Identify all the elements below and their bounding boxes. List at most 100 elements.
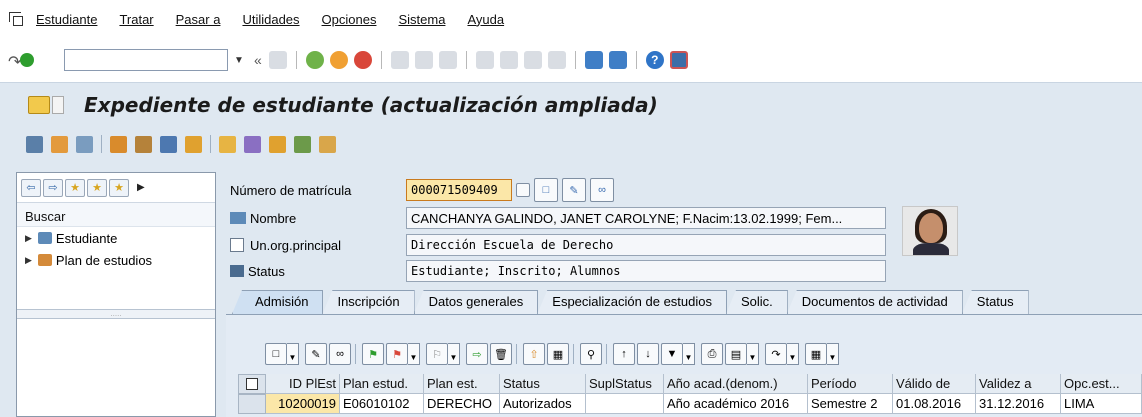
create-icon[interactable]: □ <box>265 343 287 365</box>
filter-dropdown-icon[interactable]: ▼ <box>683 343 695 365</box>
first-page-icon[interactable] <box>475 51 494 69</box>
views-dropdown-icon[interactable]: ▼ <box>747 343 759 365</box>
nav-item-estudiante[interactable]: ▶ Estudiante <box>17 227 215 249</box>
list-icon[interactable] <box>160 135 177 153</box>
shortcut-icon[interactable] <box>608 51 627 69</box>
views-icon[interactable]: ▤ <box>725 343 747 365</box>
org-icon[interactable] <box>294 135 311 153</box>
column-header[interactable]: Válido de <box>893 374 976 394</box>
table-cell[interactable]: DERECHO <box>424 394 500 414</box>
edit-icon[interactable] <box>244 135 261 153</box>
edit-pencil-icon[interactable]: ✎ <box>562 178 586 202</box>
column-header[interactable]: Año acad.(denom.) <box>664 374 808 394</box>
expand-icon[interactable]: ▶ <box>25 255 32 266</box>
filter-icon[interactable]: ▼ <box>661 343 683 365</box>
menu-estudiante[interactable]: Estudiante <box>36 12 97 27</box>
transfer-icon[interactable] <box>110 135 127 153</box>
create-dropdown-icon[interactable]: ▼ <box>287 343 299 365</box>
command-dropdown-icon[interactable]: ▼ <box>228 49 250 71</box>
details-icon[interactable]: ▦ <box>547 343 569 365</box>
menu-tratar[interactable]: Tratar <box>119 12 153 27</box>
collapse-chevron-icon[interactable]: « <box>254 52 262 68</box>
display-glasses-icon[interactable]: ∞ <box>590 178 614 202</box>
tab-admision[interactable]: Admisión <box>232 290 324 314</box>
delete-icon[interactable]: 🗑 <box>490 343 512 365</box>
fees-icon[interactable] <box>269 135 286 153</box>
row-selector[interactable] <box>238 394 266 414</box>
exit-icon[interactable] <box>329 51 348 69</box>
more-icon[interactable]: ▶ <box>137 182 145 193</box>
nav-back-icon[interactable]: ⇦ <box>21 178 41 197</box>
display-icon[interactable]: ∞ <box>329 343 351 365</box>
column-header[interactable]: Status <box>500 374 586 394</box>
expand-icon[interactable]: ▶ <box>25 233 32 244</box>
favorites-icon[interactable]: ★ <box>87 178 107 197</box>
layout-dropdown-icon[interactable]: ▼ <box>827 343 839 365</box>
export-icon[interactable]: ↷ <box>765 343 787 365</box>
add-favorite-icon[interactable]: ★ <box>65 178 85 197</box>
back-icon[interactable] <box>305 51 324 69</box>
help-icon[interactable]: ? <box>645 51 664 69</box>
command-field[interactable] <box>64 49 228 71</box>
table-cell[interactable]: Año académico 2016 <box>664 394 808 414</box>
previous-page-icon[interactable] <box>499 51 518 69</box>
nav-forward-icon[interactable]: ⇨ <box>43 178 63 197</box>
nav-item-plan-de-estudios[interactable]: ▶ Plan de estudios <box>17 249 215 271</box>
save-icon[interactable] <box>268 51 287 69</box>
table-cell[interactable]: 10200019 <box>266 394 340 414</box>
unorg-checkbox[interactable] <box>230 238 244 252</box>
table-cell[interactable]: Autorizados <box>500 394 586 414</box>
layout-menu-icon[interactable] <box>669 51 688 69</box>
print-grid-icon[interactable]: ⎙ <box>701 343 723 365</box>
menu-opciones[interactable]: Opciones <box>322 12 377 27</box>
overview-icon[interactable] <box>26 135 43 153</box>
select-all-cell[interactable] <box>238 374 266 394</box>
tab-especializacion[interactable]: Especialización de estudios <box>537 290 727 314</box>
cancel-icon[interactable] <box>353 51 372 69</box>
table-cell[interactable]: 31.12.2016 <box>976 394 1061 414</box>
person-icon[interactable] <box>51 135 68 153</box>
column-header[interactable]: ID PlEst <box>266 374 340 394</box>
column-header[interactable]: Opc.est... <box>1061 374 1142 394</box>
tab-documentos-actividad[interactable]: Documentos de actividad <box>786 290 963 314</box>
copy-icon[interactable] <box>319 135 336 153</box>
column-header[interactable]: Período <box>808 374 893 394</box>
tab-status[interactable]: Status <box>961 290 1029 314</box>
flag-dropdown-icon[interactable]: ▼ <box>408 343 420 365</box>
column-header[interactable]: Validez a <box>976 374 1061 394</box>
copy-field-icon[interactable] <box>516 183 530 197</box>
table-cell[interactable]: Semestre 2 <box>808 394 893 414</box>
new-document-icon[interactable]: □ <box>534 178 558 202</box>
tab-inscripcion[interactable]: Inscripción <box>322 290 415 314</box>
table-cell[interactable]: 01.08.2016 <box>893 394 976 414</box>
flag-white-dropdown-icon[interactable]: ▼ <box>448 343 460 365</box>
tab-solic[interactable]: Solic. <box>726 290 788 314</box>
find-next-icon[interactable] <box>438 51 457 69</box>
last-page-icon[interactable] <box>547 51 566 69</box>
next-page-icon[interactable] <box>523 51 542 69</box>
flag-green-icon[interactable]: ⚑ <box>362 343 384 365</box>
menu-utilidades[interactable]: Utilidades <box>242 12 299 27</box>
column-header[interactable]: Plan estud. <box>340 374 424 394</box>
menu-window-icon[interactable] <box>8 12 24 26</box>
table-row[interactable]: 10200019 E06010102 DERECHO Autorizados A… <box>238 394 1142 414</box>
table-cell[interactable]: LIMA <box>1061 394 1142 414</box>
move-icon[interactable]: ⇨ <box>466 343 488 365</box>
table-cell[interactable]: E06010102 <box>340 394 424 414</box>
document-icon[interactable] <box>76 135 93 153</box>
sort-descending-icon[interactable]: ↓ <box>637 343 659 365</box>
upload-icon[interactable]: ⇧ <box>523 343 545 365</box>
calculator-icon[interactable] <box>135 135 152 153</box>
find-icon[interactable] <box>414 51 433 69</box>
tab-datos-generales[interactable]: Datos generales <box>413 290 539 314</box>
transaction-dropdown-icon[interactable] <box>52 95 64 114</box>
table-cell[interactable] <box>586 394 664 414</box>
flag-white-icon[interactable]: ⚐ <box>426 343 448 365</box>
matricula-field[interactable]: 000071509409 <box>406 179 512 201</box>
column-header[interactable]: SuplStatus <box>586 374 664 394</box>
menu-pasar-a[interactable]: Pasar a <box>176 12 221 27</box>
panel-splitter[interactable]: ..... <box>17 309 215 319</box>
layout-icon[interactable]: ▦ <box>805 343 827 365</box>
change-icon[interactable]: ✎ <box>305 343 327 365</box>
new-session-icon[interactable] <box>584 51 603 69</box>
